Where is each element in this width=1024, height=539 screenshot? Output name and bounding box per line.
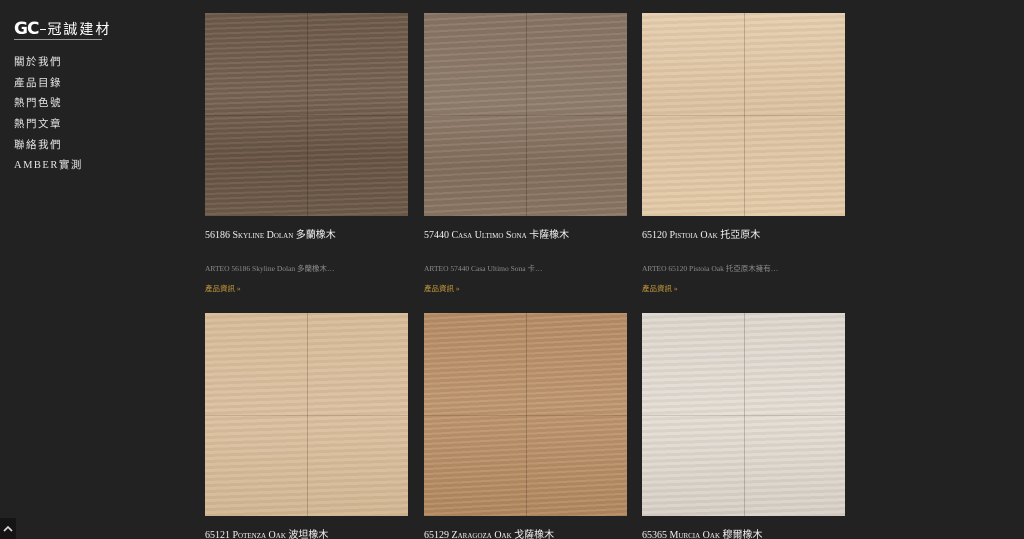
product-card: 65365 Murcia Oak 穆爾橡木 xyxy=(642,313,845,539)
chevron-up-icon xyxy=(3,525,13,532)
brand-mark: GC xyxy=(14,19,39,39)
brand-underline xyxy=(14,39,102,40)
product-title[interactable]: 65365 Murcia Oak 穆爾橡木 xyxy=(642,526,763,539)
brand-logo[interactable]: GC 冠誠建材 xyxy=(14,17,111,41)
brand-dash xyxy=(40,28,47,30)
product-card: 65129 Zaragoza Oak 戈薩橡木 xyxy=(424,313,627,539)
product-info-link[interactable]: 產品資訊 » xyxy=(205,283,241,294)
product-card: 65121 Potenza Oak 波坦橡木 xyxy=(205,313,408,539)
nav-item-contact[interactable]: 聯絡我們 xyxy=(14,139,83,160)
sidebar: GC 冠誠建材 關於我們 產品目錄 熱門色號 熱門文章 聯絡我們 AMBER實測 xyxy=(0,0,190,539)
nav-item-catalog[interactable]: 產品目錄 xyxy=(14,77,83,98)
product-image[interactable] xyxy=(424,13,627,216)
product-image[interactable] xyxy=(424,313,627,516)
product-card: 56186 Skyline Dolan 多蘭橡木 ARTEO 56186 Sky… xyxy=(205,13,408,293)
product-title[interactable]: 56186 Skyline Dolan 多蘭橡木 xyxy=(205,226,336,241)
product-card: 57440 Casa Ultimo Sona 卡薩橡木 ARTEO 57440 … xyxy=(424,13,627,293)
main-nav: 關於我們 產品目錄 熱門色號 熱門文章 聯絡我們 AMBER實測 xyxy=(14,56,83,180)
nav-item-amber-test[interactable]: AMBER實測 xyxy=(14,159,83,180)
product-description: ARTEO 56186 Skyline Dolan 多蘭橡木… xyxy=(205,264,335,273)
product-image[interactable] xyxy=(642,13,845,216)
product-image[interactable] xyxy=(205,13,408,216)
scroll-top-button[interactable] xyxy=(0,518,16,539)
product-card: 65120 Pistoia Oak 托亞原木 ARTEO 65120 Pisto… xyxy=(642,13,845,293)
nav-item-popular-colors[interactable]: 熱門色號 xyxy=(14,97,83,118)
product-description: ARTEO 57440 Casa Ultimo Sona 卡… xyxy=(424,264,543,273)
product-info-link[interactable]: 產品資訊 » xyxy=(424,283,460,294)
product-title[interactable]: 65129 Zaragoza Oak 戈薩橡木 xyxy=(424,526,554,539)
nav-item-popular-articles[interactable]: 熱門文章 xyxy=(14,118,83,139)
product-title[interactable]: 57440 Casa Ultimo Sona 卡薩橡木 xyxy=(424,226,569,241)
product-image[interactable] xyxy=(205,313,408,516)
product-info-link[interactable]: 產品資訊 » xyxy=(642,283,678,294)
product-description: ARTEO 65120 Pistoia Oak 托亞原木擁有… xyxy=(642,264,779,273)
nav-item-about[interactable]: 關於我們 xyxy=(14,56,83,77)
product-title[interactable]: 65120 Pistoia Oak 托亞原木 xyxy=(642,226,760,241)
product-title[interactable]: 65121 Potenza Oak 波坦橡木 xyxy=(205,526,328,539)
product-image[interactable] xyxy=(642,313,845,516)
brand-name: 冠誠建材 xyxy=(47,22,112,38)
